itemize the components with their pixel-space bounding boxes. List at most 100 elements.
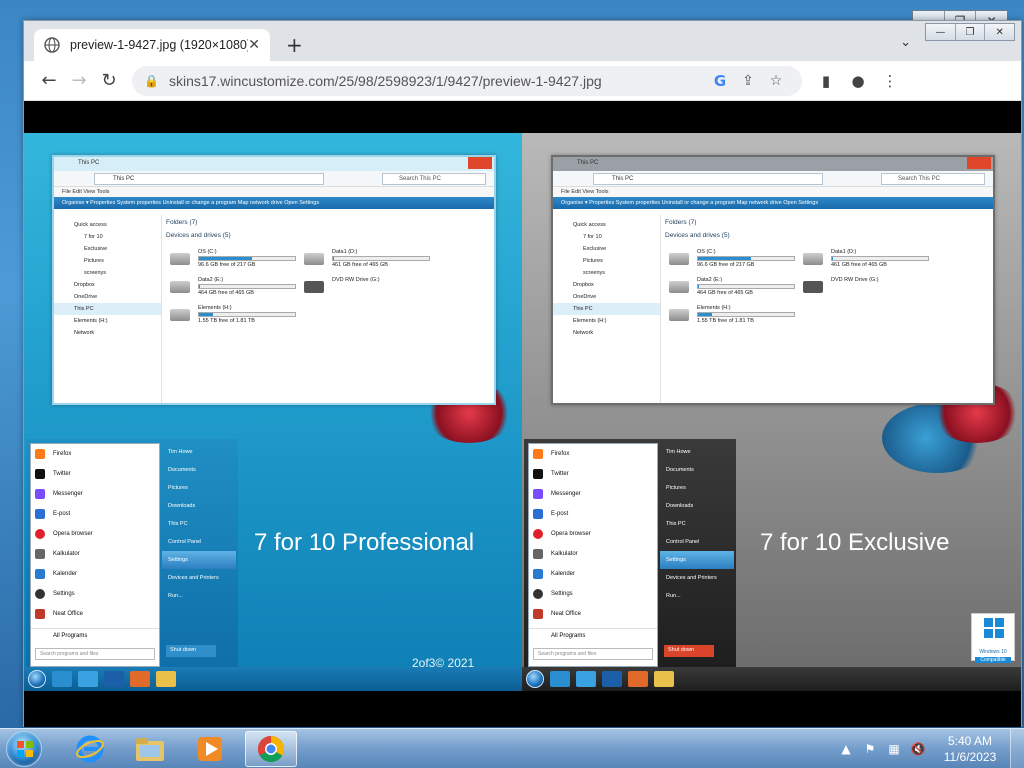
program-item: Settings	[529, 584, 657, 604]
badge-line2: Compatible	[975, 657, 1011, 663]
taskbar-app-icon	[78, 671, 98, 687]
tray-overflow-icon[interactable]: ▲	[834, 742, 858, 756]
reload-button[interactable]: ↻	[94, 66, 124, 96]
bookmark-star-icon[interactable]: ☆	[762, 73, 790, 89]
nav-item: Network	[573, 330, 594, 336]
explorer-nav-pane: Quick access 7 for 10 Exclusive Pictures…	[54, 215, 162, 403]
media-player-taskbar-button[interactable]	[184, 731, 236, 767]
preview-taskbar-professional	[24, 667, 522, 691]
start-orb-icon	[28, 670, 46, 688]
minimize-button[interactable]: —	[926, 24, 956, 40]
nav-item: 7 for 10	[84, 234, 103, 240]
file-explorer-taskbar-button[interactable]	[124, 731, 176, 767]
nav-item: OneDrive	[74, 294, 98, 300]
drive-item: OS (C:) 96.6 GB free of 217 GB	[170, 249, 300, 271]
taskbar-app-icon	[156, 671, 176, 687]
clock-time: 5:40 AM	[947, 734, 993, 748]
network-icon[interactable]: ▦	[882, 742, 906, 756]
drive-item: Elements (H:) 1.55 TB free of 1.81 TB	[669, 305, 799, 327]
preview-taskbar-exclusive	[522, 667, 1021, 691]
windows10-compatible-badge: Windows 10 Compatible	[971, 613, 1015, 663]
devices-heading: Devices and drives (5)	[665, 232, 730, 239]
nav-item: OneDrive	[573, 294, 597, 300]
address-bar[interactable]: 🔒 skins17.wincustomize.com/25/98/2598923…	[132, 65, 802, 96]
clock[interactable]: 5:40 AM 11/6/2023	[930, 733, 1010, 765]
nav-item: This PC	[553, 303, 660, 315]
show-desktop-button[interactable]	[1010, 729, 1024, 768]
clock-date: 11/6/2023	[943, 750, 997, 764]
media-player-icon	[198, 737, 222, 761]
windows-taskbar: ▲ ⚑ ▦ 🔇 5:40 AM 11/6/2023	[0, 728, 1024, 768]
tab-search-button[interactable]: ⌄	[900, 35, 911, 50]
internet-explorer-taskbar-button[interactable]	[64, 731, 116, 767]
close-button[interactable]: ✕	[985, 24, 1014, 40]
taskbar-app-icon	[104, 671, 124, 687]
explorer-menu: File Edit View Tools	[553, 187, 993, 197]
taskbar-app-icon	[576, 671, 596, 687]
start-search: Search programs and files	[533, 648, 653, 660]
maximize-button[interactable]: ❐	[956, 24, 986, 40]
nav-item: This PC	[54, 303, 161, 315]
explorer-title: This PC	[54, 157, 494, 171]
nav-item: Network	[74, 330, 95, 336]
explorer-address-row: This PC Search This PC	[54, 171, 494, 187]
explorer-search: Search This PC	[382, 173, 486, 185]
explorer-window-professional: This PC This PC Search This PC File Edit…	[52, 155, 496, 405]
forward-button[interactable]: →	[64, 66, 94, 96]
preview-image: This PC This PC Search This PC File Edit…	[24, 133, 1021, 691]
taskbar-app-icon	[52, 671, 72, 687]
explorer-menu: File Edit View Tools	[54, 187, 494, 197]
start-menu-programs: Firefox Twitter Messenger E-post Opera b…	[528, 443, 658, 667]
google-lens-icon[interactable]: G	[706, 72, 734, 90]
program-item: Firefox	[31, 444, 159, 464]
folders-heading: Folders (7)	[166, 219, 198, 226]
program-item: Kalender	[529, 564, 657, 584]
drive-item: DVD RW Drive (G:)	[304, 277, 434, 299]
tab-title: preview-1-9427.jpg (1920×1080)	[70, 38, 249, 52]
drive-item: DVD RW Drive (G:)	[803, 277, 933, 299]
start-menu-exclusive: Firefox Twitter Messenger E-post Opera b…	[524, 439, 736, 671]
explorer-address: This PC	[593, 173, 823, 185]
explorer-commandbar: Organise ▾ Properties System properties …	[553, 197, 993, 209]
globe-icon	[44, 37, 60, 53]
share-icon[interactable]: ⇪	[734, 73, 762, 89]
program-item: Kalender	[31, 564, 159, 584]
action-center-icon[interactable]: ⚑	[858, 742, 882, 756]
explorer-nav-pane: Quick access 7 for 10 Exclusive Pictures…	[553, 215, 661, 403]
chrome-window: preview-1-9427.jpg (1920×1080) ✕ + ⌄ — ❐…	[23, 20, 1022, 727]
program-item: Opera browser	[529, 524, 657, 544]
browser-tab[interactable]: preview-1-9427.jpg (1920×1080) ✕	[34, 29, 270, 61]
program-item: Opera browser	[31, 524, 159, 544]
drive-item: Data2 (E:) 464 GB free of 465 GB	[170, 277, 300, 299]
explorer-content: Folders (7) Devices and drives (5) OS (C…	[665, 219, 989, 403]
url-text[interactable]: skins17.wincustomize.com/25/98/2598923/1…	[169, 73, 706, 89]
side-panel-icon[interactable]: ▮	[810, 72, 842, 90]
program-item: E-post	[529, 504, 657, 524]
back-button[interactable]: ←	[34, 66, 64, 96]
lock-icon[interactable]: 🔒	[144, 74, 159, 88]
program-item: Twitter	[31, 464, 159, 484]
profile-icon[interactable]: ●	[842, 72, 874, 90]
explorer-address-row: This PC Search This PC	[553, 171, 993, 187]
program-item: Twitter	[529, 464, 657, 484]
taskbar-app-icon	[602, 671, 622, 687]
start-menu-programs: Firefox Twitter Messenger E-post Opera b…	[30, 443, 160, 667]
chrome-taskbar-button[interactable]	[245, 731, 297, 767]
folder-icon	[136, 738, 164, 761]
internet-explorer-icon	[76, 735, 104, 763]
tab-close-icon[interactable]: ✕	[248, 37, 260, 53]
chrome-menu-icon[interactable]: ⋮	[874, 72, 906, 90]
image-viewer: This PC This PC Search This PC File Edit…	[24, 101, 1021, 727]
program-item: Settings	[31, 584, 159, 604]
nav-item: screenys	[583, 270, 606, 276]
start-orb-icon	[526, 670, 544, 688]
volume-muted-icon[interactable]: 🔇	[906, 742, 930, 756]
taskbar-app-icon	[654, 671, 674, 687]
all-programs: All Programs	[31, 628, 159, 642]
chrome-window-controls: — ❐ ✕	[925, 23, 1015, 41]
program-item: Messenger	[529, 484, 657, 504]
explorer-title: This PC	[553, 157, 993, 171]
start-button[interactable]	[6, 731, 42, 767]
new-tab-button[interactable]: +	[286, 33, 303, 57]
devices-heading: Devices and drives (5)	[166, 232, 231, 239]
